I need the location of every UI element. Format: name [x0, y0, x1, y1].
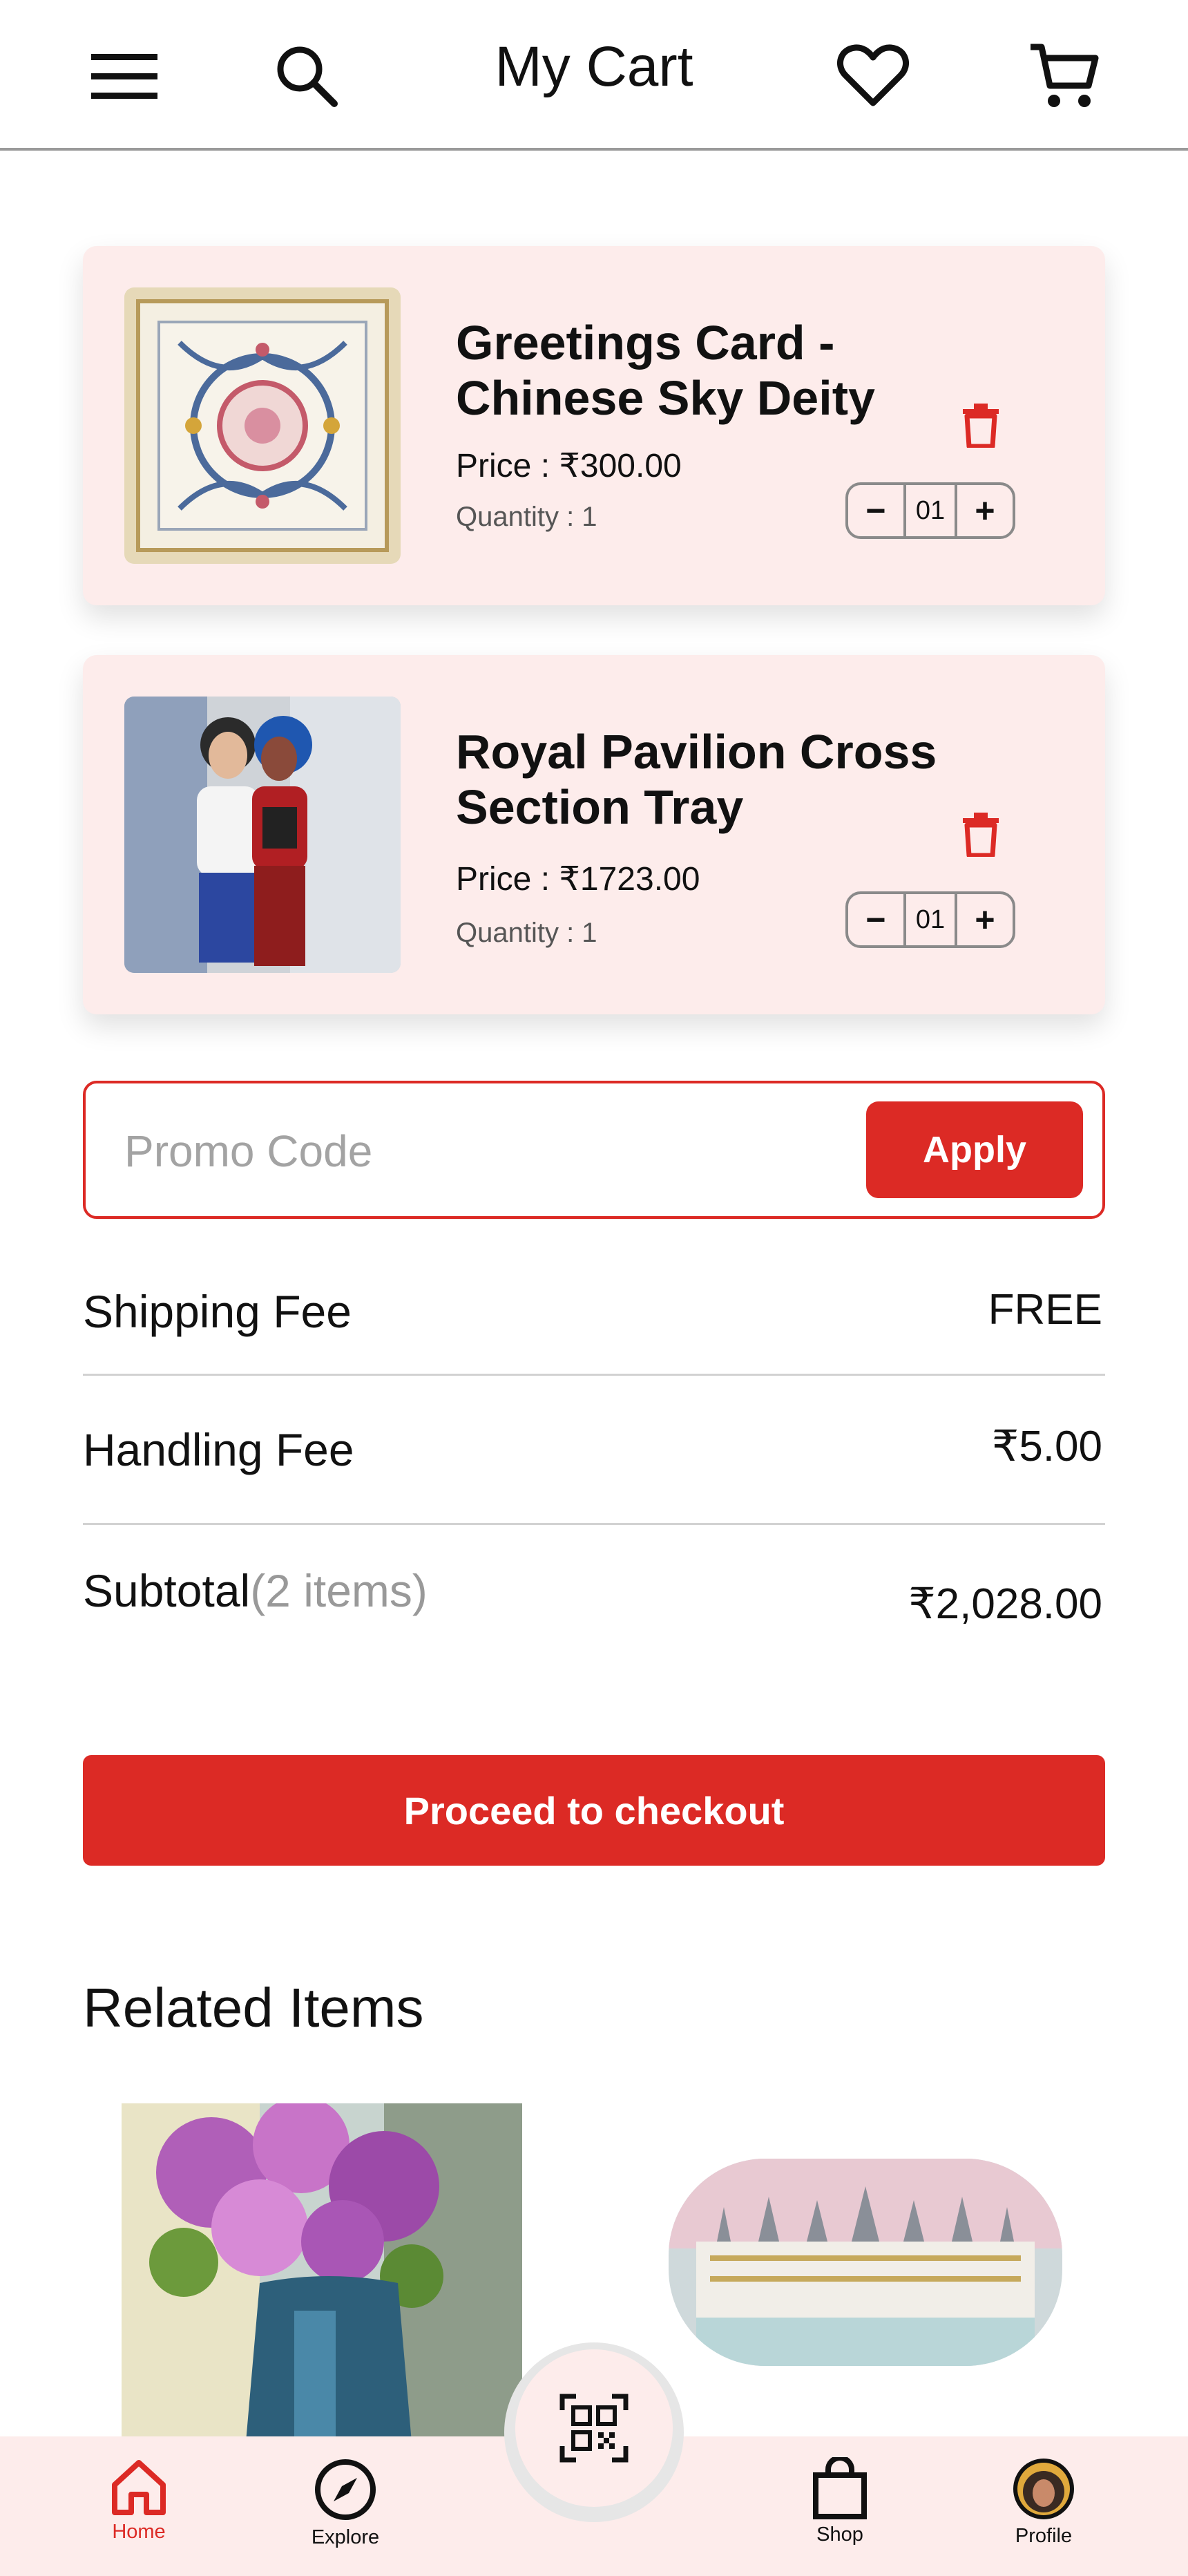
nav-explore[interactable]: Explore — [276, 2457, 414, 2568]
product-quantity: Quantity : 1 — [456, 918, 597, 948]
quantity-stepper: − 01 + — [845, 482, 1015, 539]
handling-fee-value: ₹5.00 — [991, 1423, 1102, 1470]
product-price: Price : ₹1723.00 — [456, 861, 700, 898]
product-image[interactable] — [124, 287, 401, 564]
scan-button[interactable] — [515, 2349, 673, 2507]
cart-item-card: Greetings Card - Chinese Sky Deity Price… — [83, 246, 1105, 605]
quantity-value: 01 — [903, 894, 957, 945]
divider — [83, 1523, 1105, 1525]
subtotal-value: ₹2,028.00 — [908, 1580, 1102, 1628]
promo-code-box: Apply — [83, 1081, 1105, 1219]
nav-shop[interactable]: Shop — [771, 2457, 909, 2568]
related-item-image[interactable] — [669, 2159, 1062, 2366]
delete-icon[interactable] — [953, 807, 1008, 862]
cart-icon[interactable] — [1022, 35, 1105, 117]
product-image[interactable] — [124, 697, 401, 973]
nav-profile[interactable]: Profile — [975, 2457, 1113, 2568]
nav-label: Profile — [1015, 2525, 1073, 2547]
subtotal-item-count: (2 items) — [250, 1565, 428, 1616]
increase-button[interactable]: + — [957, 485, 1013, 536]
shopping-bag-icon — [813, 2457, 867, 2519]
page-title: My Cart — [495, 35, 693, 98]
divider — [83, 1374, 1105, 1376]
nav-label: Explore — [311, 2526, 380, 2548]
decrease-button[interactable]: − — [848, 485, 903, 536]
avatar — [1013, 2459, 1074, 2519]
shipping-fee-label: Shipping Fee — [83, 1286, 352, 1337]
compass-icon — [315, 2459, 376, 2520]
delete-icon[interactable] — [953, 398, 1008, 453]
decrease-button[interactable]: − — [848, 894, 903, 945]
subtotal-text: Subtotal — [83, 1565, 251, 1616]
shipping-fee-value: FREE — [988, 1286, 1102, 1334]
nav-home[interactable]: Home — [70, 2457, 208, 2568]
apply-button[interactable]: Apply — [866, 1101, 1083, 1198]
subtotal-label: Subtotal(2 items) — [83, 1564, 428, 1617]
product-price: Price : ₹300.00 — [456, 448, 682, 484]
home-icon — [112, 2460, 166, 2515]
nav-label: Home — [112, 2521, 166, 2543]
handling-fee-label: Handling Fee — [83, 1424, 354, 1475]
promo-code-input[interactable] — [124, 1111, 856, 1191]
product-quantity: Quantity : 1 — [456, 502, 597, 532]
checkout-button[interactable]: Proceed to checkout — [83, 1755, 1105, 1866]
related-items-title: Related Items — [83, 1977, 424, 2038]
cart-page: My Cart Greetings Card - Chinese Sky Dei… — [0, 0, 1188, 2576]
increase-button[interactable]: + — [957, 894, 1013, 945]
product-title: Royal Pavilion Cross Section Tray — [456, 725, 937, 834]
nav-label: Shop — [816, 2523, 863, 2546]
cart-item-card: Royal Pavilion Cross Section Tray Price … — [83, 655, 1105, 1014]
app-header: My Cart — [0, 0, 1188, 151]
related-item-image[interactable] — [122, 2103, 522, 2442]
quantity-stepper: − 01 + — [845, 891, 1015, 948]
heart-icon[interactable] — [832, 35, 914, 117]
quantity-value: 01 — [903, 485, 957, 536]
product-title: Greetings Card - Chinese Sky Deity — [456, 316, 875, 425]
qr-scan-icon — [559, 2394, 629, 2463]
